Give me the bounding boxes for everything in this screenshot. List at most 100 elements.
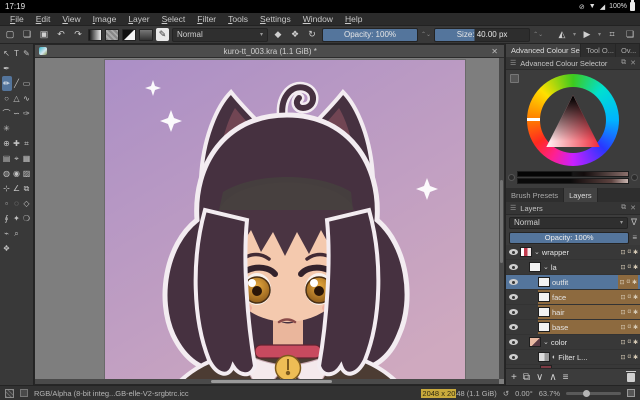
tool-dynamic-brush[interactable]: ✑ [22, 106, 32, 121]
tool-outline-select[interactable]: ∮ [2, 211, 12, 226]
gradient-editor-button[interactable] [139, 29, 153, 41]
mirror-v-caret-icon[interactable]: ▾ [598, 31, 601, 38]
canvas-horizontal-scrollbar[interactable] [35, 379, 499, 384]
tool-bezier-curve[interactable]: ⌒ [2, 106, 12, 121]
expand-chevron-icon[interactable]: ⌄ [543, 338, 549, 346]
mirror-h-caret-icon[interactable]: ▾ [573, 31, 576, 38]
layer-row-face[interactable]: face⊡α✱ [506, 290, 640, 305]
canvas-artwork[interactable] [105, 60, 465, 384]
tool-multibrush[interactable]: ✳ [2, 121, 12, 136]
pin-icon[interactable]: ⊡ [620, 294, 625, 301]
tool-similar-select[interactable]: ✦ [12, 211, 22, 226]
layer-blending-mode-dropdown[interactable]: Normal ▾ [509, 217, 628, 229]
tool-gradient[interactable]: ▤ [2, 151, 12, 166]
expand-chevron-icon[interactable]: ⌄ [543, 263, 549, 271]
menu-settings[interactable]: Settings [254, 14, 297, 24]
selection-indicator-icon[interactable] [5, 389, 14, 398]
menu-filter[interactable]: Filter [191, 14, 222, 24]
canvas-viewport[interactable] [35, 58, 504, 384]
layer-row-filter-l-[interactable]: ◐Filter L...⊡α✱ [506, 350, 640, 365]
shade-strip-2[interactable] [517, 178, 629, 184]
eraser-mode-button[interactable]: ◆ [271, 28, 285, 42]
delete-layer-button[interactable] [627, 373, 635, 382]
close-docker-icon[interactable]: ✕ [630, 59, 636, 67]
hue-ring[interactable] [527, 74, 619, 166]
save-button[interactable]: ▣ [37, 28, 51, 42]
lock-icon[interactable]: α [628, 309, 631, 315]
pin-icon[interactable]: ⊡ [620, 264, 625, 271]
menu-view[interactable]: View [56, 14, 86, 24]
close-icon[interactable]: ✕ [489, 47, 500, 56]
visibility-eye-icon[interactable] [509, 339, 518, 345]
mirror-vertical-button[interactable]: ▶ [580, 28, 594, 42]
layer-properties-button[interactable]: ≡ [563, 372, 569, 383]
pin-icon[interactable]: ⊡ [620, 339, 625, 346]
mirror-horizontal-button[interactable]: ◭ [555, 28, 569, 42]
canvas-vertical-scrollbar[interactable] [499, 58, 504, 379]
duplicate-layer-button[interactable]: ⧉ [523, 372, 530, 383]
tool-ellipse[interactable]: ○ [2, 91, 12, 106]
menu-edit[interactable]: Edit [30, 14, 57, 24]
tool-text[interactable]: T [12, 46, 22, 61]
lock-icon[interactable]: α [627, 279, 630, 285]
gradient-chooser-button[interactable] [88, 29, 102, 41]
menu-image[interactable]: Image [87, 14, 123, 24]
tool-reference-images[interactable]: ⧉ [22, 181, 32, 196]
visibility-eye-icon[interactable] [509, 279, 518, 285]
layer-row-color[interactable]: ⌄color⊡α✱ [506, 335, 640, 350]
inherit-alpha-icon[interactable]: ✱ [633, 264, 638, 271]
lock-icon[interactable]: α [628, 264, 631, 270]
tool-pattern-fill[interactable]: ▦ [22, 151, 32, 166]
float-docker-icon[interactable]: ⧉ [621, 204, 626, 212]
preserve-alpha-button[interactable]: ❖ [288, 28, 302, 42]
new-document-button[interactable]: ▢ [3, 28, 17, 42]
docker-menu-icon[interactable]: ☰ [510, 204, 516, 212]
tool-rect-select[interactable]: ▫ [2, 196, 12, 211]
fg-bg-color-button[interactable] [122, 29, 136, 41]
layer-row-wrapper[interactable]: ⌄wrapper⊡α✱ [506, 245, 640, 260]
tool-pan[interactable]: ❖ [2, 241, 12, 256]
tool-polygon[interactable]: △ [12, 91, 22, 106]
workspace-chooser-button[interactable]: ❏ [623, 28, 637, 42]
menu-layer[interactable]: Layer [122, 14, 155, 24]
lock-icon[interactable]: α [628, 249, 631, 255]
tool-fill[interactable]: ◍ [2, 166, 12, 181]
expand-chevron-icon[interactable]: ⌄ [534, 248, 540, 256]
layer-row-outfit[interactable]: outfit⊡α✱ [506, 275, 640, 290]
layer-row-la[interactable]: ⌄la⊡α✱ [506, 260, 640, 275]
pin-icon[interactable]: ⊡ [620, 309, 625, 316]
lock-icon[interactable]: α [628, 354, 631, 360]
close-docker-icon[interactable]: ✕ [630, 204, 636, 212]
tool-freehand-path[interactable]: ∽ [12, 106, 22, 121]
redo-button[interactable]: ↷ [71, 28, 85, 42]
tab-layers[interactable]: Layers [564, 188, 598, 202]
tool-calligraphy[interactable]: ✒ [2, 61, 12, 76]
visibility-eye-icon[interactable] [509, 309, 518, 315]
layer-row-base[interactable]: base⊡α✱ [506, 320, 640, 335]
menu-help[interactable]: Help [339, 14, 368, 24]
crop-mode-button[interactable]: ⌗ [605, 28, 619, 42]
pattern-chooser-button[interactable] [105, 29, 119, 41]
tool-measure[interactable]: ∠ [12, 181, 22, 196]
tool-rectangle[interactable]: ▭ [22, 76, 32, 91]
tool-color-sampler[interactable]: ⌖ [12, 151, 22, 166]
visibility-eye-icon[interactable] [509, 324, 518, 330]
tool-zoom[interactable]: ⌕ [12, 226, 22, 241]
menu-select[interactable]: Select [156, 14, 192, 24]
lock-icon[interactable]: α [628, 324, 631, 330]
undo-button[interactable]: ↶ [54, 28, 68, 42]
tool-freehand-brush[interactable]: ✏ [2, 76, 12, 91]
tool-transform[interactable]: ⊕ [2, 136, 12, 151]
tab-tool-options[interactable]: Tool O... [581, 44, 616, 57]
inherit-alpha-icon[interactable]: ✱ [633, 354, 638, 361]
tool-ellipse-select[interactable]: ◌ [12, 196, 22, 211]
tab-overview[interactable]: Ov... [616, 44, 640, 57]
layer-opacity-slider[interactable]: Opacity: 100% [509, 232, 629, 244]
inherit-alpha-icon[interactable]: ✱ [633, 294, 638, 301]
inherit-alpha-icon[interactable]: ✱ [632, 279, 637, 286]
blending-mode-dropdown[interactable]: Normal ▾ [172, 28, 268, 42]
tool-polygon-select[interactable]: ◇ [22, 196, 32, 211]
visibility-eye-icon[interactable] [509, 354, 518, 360]
tool-assistants[interactable]: ⊹ [2, 181, 12, 196]
tool-enclose-fill[interactable]: ◉ [12, 166, 22, 181]
